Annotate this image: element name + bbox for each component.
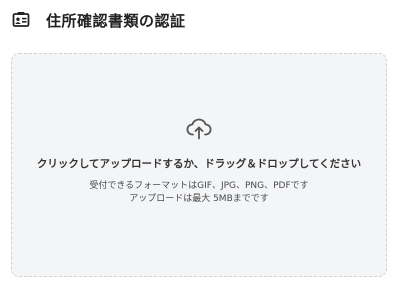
accepted-formats-text: 受付できるフォーマットはGIF、JPG、PNG、PDFです — [89, 181, 309, 191]
upload-requirements: 受付できるフォーマットはGIF、JPG、PNG、PDFです アップロードは最大 … — [89, 180, 308, 206]
file-upload-dropzone[interactable]: クリックしてアップロードするか、ドラッグ＆ドロップしてください 受付できるフォー… — [11, 53, 387, 277]
max-size-text: アップロードは最大 5MBまでです — [129, 194, 269, 204]
cloud-upload-icon — [185, 114, 213, 142]
upload-instruction: クリックしてアップロードするか、ドラッグ＆ドロップしてください — [36, 158, 362, 170]
id-card-icon — [12, 11, 30, 29]
section-header: 住所確認書類の認証 — [12, 8, 186, 32]
page-title: 住所確認書類の認証 — [46, 11, 186, 30]
